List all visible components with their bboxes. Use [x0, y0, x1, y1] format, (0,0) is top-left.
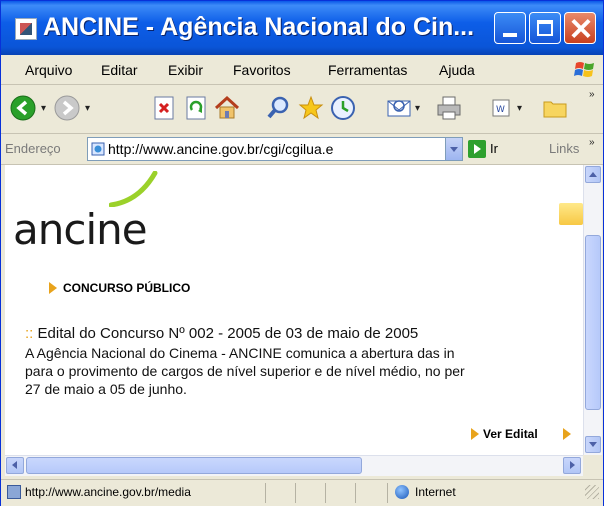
history-icon[interactable] [329, 94, 357, 122]
internet-zone-icon [395, 485, 409, 499]
back-icon[interactable] [9, 94, 37, 122]
ancine-logo-swoosh [109, 171, 158, 207]
body-line-1: A Agência Nacional do Cinema - ANCINE co… [25, 345, 455, 361]
windows-logo-icon [574, 62, 594, 77]
forward-icon[interactable] [53, 94, 81, 122]
svg-text:W: W [496, 105, 505, 115]
horizontal-scrollbar[interactable] [5, 455, 583, 476]
folder-icon[interactable] [541, 94, 569, 122]
standard-toolbar: ▾ ▾ ▾ W ▾ » [1, 85, 603, 134]
scrollbar-corner [583, 455, 601, 475]
ver-edital-arrow-icon [563, 428, 571, 440]
vertical-scroll-thumb[interactable] [585, 235, 601, 410]
browser-window: ANCINE - Agência Nacional do Cin... Arqu… [0, 0, 604, 506]
menu-favoritos[interactable]: Favoritos [233, 62, 291, 78]
home-icon[interactable] [213, 94, 241, 122]
go-button[interactable]: Ir [490, 141, 498, 156]
print-icon[interactable] [435, 94, 463, 122]
status-divider [387, 483, 388, 503]
edital-heading[interactable]: :: Edital do Concurso Nº 002 - 2005 de 0… [25, 325, 418, 342]
mail-icon[interactable] [385, 94, 413, 122]
menu-editar[interactable]: Editar [101, 62, 138, 78]
menu-ajuda[interactable]: Ajuda [439, 62, 475, 78]
status-text: http://www.ancine.gov.br/media [25, 485, 191, 499]
toolbar-overflow-icon[interactable]: » [589, 89, 595, 100]
refresh-icon[interactable] [183, 94, 211, 122]
body-line-2: para o provimento de cargos de nível sup… [25, 363, 465, 379]
mail-dropdown-icon[interactable]: ▾ [415, 103, 420, 114]
section-bullet-icon [49, 282, 57, 294]
ie-page-icon [15, 18, 37, 40]
security-zone[interactable]: Internet [415, 485, 456, 499]
status-bar: http://www.ancine.gov.br/media Internet [1, 479, 603, 506]
status-divider [325, 483, 326, 503]
menu-bar: Arquivo Editar Exibir Favoritos Ferramen… [1, 56, 603, 85]
status-page-icon [7, 485, 21, 499]
status-divider [265, 483, 266, 503]
side-folder-icon [559, 203, 583, 225]
ver-edital-link[interactable]: Ver Edital [483, 427, 538, 441]
minimize-button[interactable] [494, 12, 526, 44]
title-bar[interactable]: ANCINE - Agência Nacional do Cin... [1, 1, 603, 55]
menu-exibir[interactable]: Exibir [168, 62, 203, 78]
menu-ferramentas[interactable]: Ferramentas [328, 62, 407, 78]
address-label: Endereço [5, 141, 61, 156]
status-divider [355, 483, 356, 503]
maximize-button[interactable] [529, 12, 561, 44]
ancine-logo[interactable]: ancine [13, 205, 148, 254]
close-button[interactable] [564, 12, 596, 44]
vertical-scrollbar[interactable] [583, 165, 602, 455]
page-icon [91, 142, 105, 156]
body-line-3: 27 de maio a 05 de junho. [25, 381, 187, 397]
back-dropdown-icon[interactable]: ▾ [41, 103, 46, 114]
scroll-left-button[interactable] [6, 457, 24, 474]
forward-dropdown-icon[interactable]: ▾ [85, 103, 90, 114]
window-title: ANCINE - Agência Nacional do Cin... [43, 13, 475, 41]
edital-heading-text: Edital do Concurso Nº 002 - 2005 de 03 d… [37, 325, 419, 342]
links-overflow-icon[interactable]: » [589, 137, 595, 148]
scroll-right-button[interactable] [563, 457, 581, 474]
edital-separator: :: [25, 325, 34, 342]
menu-arquivo[interactable]: Arquivo [25, 62, 72, 78]
search-icon[interactable] [265, 94, 293, 122]
address-bar: Endereço http://www.ancine.gov.br/cgi/cg… [1, 134, 603, 165]
stop-icon[interactable] [151, 94, 179, 122]
resize-grip[interactable] [585, 485, 599, 499]
status-divider [295, 483, 296, 503]
address-input[interactable]: http://www.ancine.gov.br/cgi/cgilua.e [87, 137, 463, 161]
page-content: ancine CONCURSO PÚBLICO :: Edital do Con… [5, 165, 583, 455]
section-title: CONCURSO PÚBLICO [63, 281, 191, 295]
favorites-icon[interactable] [297, 94, 325, 122]
ver-edital-bullet-icon [471, 428, 479, 440]
edit-dropdown-icon[interactable]: ▾ [517, 103, 522, 114]
links-button[interactable]: Links [549, 141, 579, 156]
scroll-down-button[interactable] [585, 436, 601, 453]
edit-icon[interactable]: W [487, 94, 515, 122]
address-dropdown-button[interactable] [445, 138, 462, 160]
horizontal-scroll-thumb[interactable] [26, 457, 362, 474]
address-url: http://www.ancine.gov.br/cgi/cgilua.e [108, 141, 334, 157]
go-arrow-icon[interactable] [468, 140, 486, 158]
scroll-up-button[interactable] [585, 166, 601, 183]
